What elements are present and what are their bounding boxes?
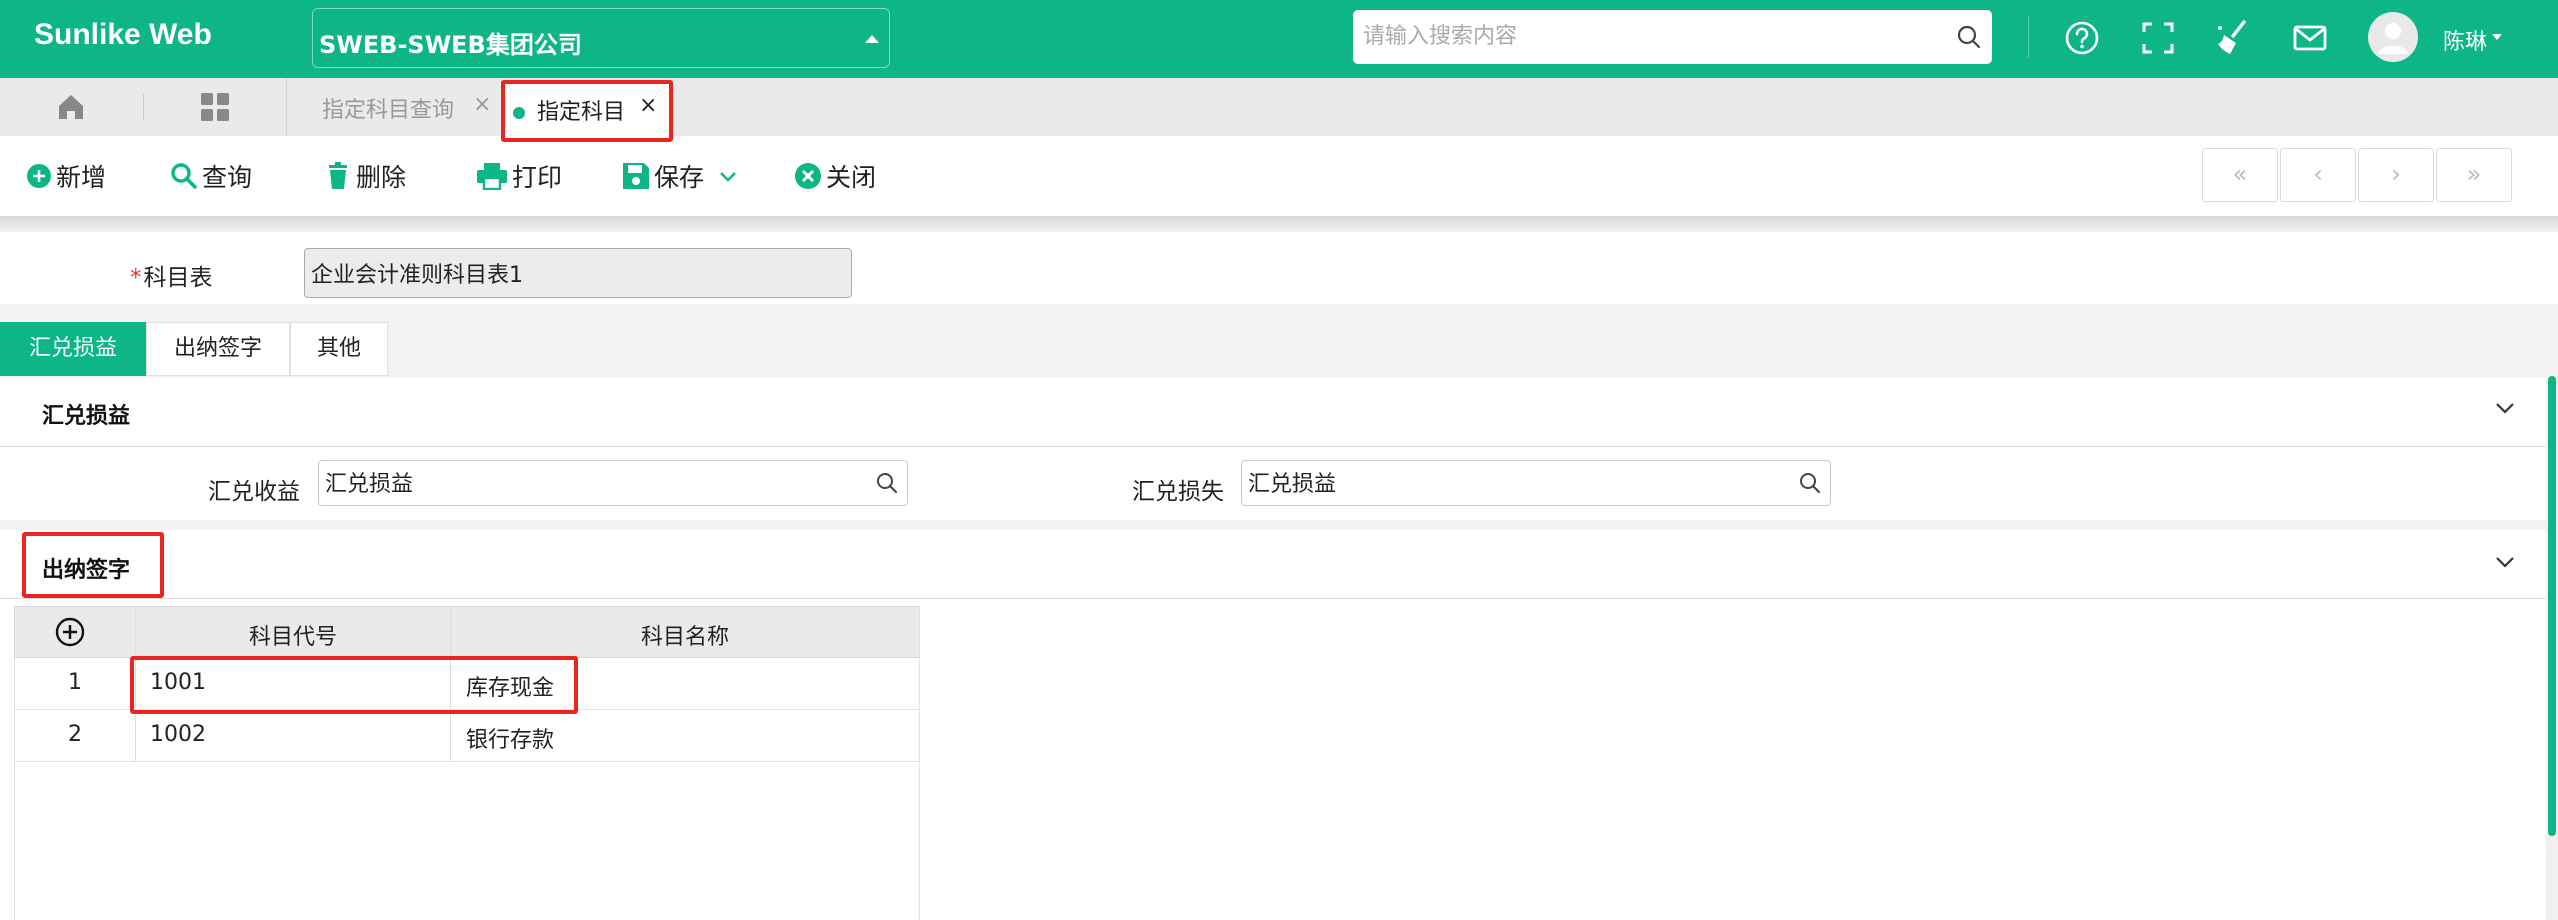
help-icon[interactable] [2062,18,2102,58]
apps-grid-icon[interactable] [200,92,230,122]
brand-logo: Sunlike Web [34,18,212,51]
floppy-save-icon [623,163,649,189]
company-name: SWEB-SWEB集团公司 [319,31,582,59]
column-header-name[interactable]: 科目名称 [641,619,729,651]
divider [0,446,2546,447]
last-page-button[interactable]: » [2436,148,2512,202]
delete-label: 删除 [356,163,407,192]
account-code-cell[interactable]: 1002 [150,722,206,747]
broom-clean-icon[interactable] [2214,18,2254,58]
section-tab-other[interactable]: 其他 [290,322,388,376]
tab-label: 指定科目 [537,100,626,125]
close-icon[interactable]: × [639,93,657,118]
printer-icon [477,163,507,190]
account-table-row: *科目表 [0,232,2558,304]
prev-page-button[interactable]: ‹ [2280,148,2356,202]
caret-down-icon[interactable] [2492,34,2502,40]
caret-up-icon [865,35,879,43]
save-button[interactable]: 保存 [622,158,742,194]
scrollbar-thumb[interactable] [2548,376,2556,836]
save-label: 保存 [654,163,705,192]
search-icon[interactable] [1956,24,1982,50]
tab-account-query[interactable]: 指定科目查询 [322,92,454,124]
divider [0,598,2546,599]
user-name[interactable]: 陈琳 [2443,24,2487,56]
exchange-loss-field[interactable] [1241,460,1831,506]
chevron-down-icon[interactable] [718,169,738,183]
exchange-panel: 汇兑损益 汇兑收益 汇兑损失 [0,378,2546,520]
tab-divider [286,78,287,136]
account-table-input[interactable] [304,248,852,298]
exchange-income-input[interactable] [319,461,849,503]
row-number: 2 [68,722,82,747]
next-page-button[interactable]: › [2358,148,2434,202]
chevron-down-icon[interactable] [2494,400,2516,416]
toolbar-shadow [0,216,2558,230]
account-name-cell[interactable]: 银行存款 [466,722,554,754]
search-icon [171,163,197,189]
cashier-panel-title: 出纳签字 [42,558,131,583]
search-input[interactable] [1353,10,1913,62]
mail-icon[interactable] [2290,18,2330,58]
trash-icon [329,162,347,189]
exchange-loss-label: 汇兑损失 [1132,479,1224,505]
tab-divider [143,94,144,120]
first-page-button[interactable]: « [2202,148,2278,202]
fullscreen-icon[interactable] [2138,18,2178,58]
active-dot-icon [513,107,525,119]
account-name-cell[interactable]: 库存现金 [466,670,554,702]
chevron-down-icon[interactable] [2494,554,2516,570]
top-header: Sunlike Web SWEB-SWEB集团公司 陈琳 [0,0,2558,78]
toolbar: 新增 查询 删除 打印 保存 关闭 [0,136,2558,216]
print-button[interactable]: 打印 [476,158,562,194]
user-icon [2378,23,2408,54]
delete-button[interactable]: 删除 [324,158,406,194]
close-icon[interactable]: × [473,92,491,117]
home-icon[interactable] [56,92,86,122]
avatar[interactable] [2368,12,2418,62]
section-tab-exchange[interactable]: 汇兑损益 [0,322,146,376]
account-code-cell[interactable]: 1001 [150,670,206,695]
close-label: 关闭 [826,163,877,192]
exchange-income-field[interactable] [318,460,908,506]
search-box[interactable] [1353,10,1992,64]
add-button[interactable]: 新增 [26,158,106,194]
required-asterisk: * [130,265,142,291]
table-row[interactable]: 1 1001 库存现金 [14,658,920,710]
grid-header: 科目代号 科目名称 [14,606,920,658]
add-label: 新增 [56,163,107,192]
tab-designated-account[interactable]: 指定科目 × [503,82,671,144]
close-circle-icon [795,163,821,189]
exchange-loss-input[interactable] [1242,461,1772,503]
row-number: 1 [68,670,82,695]
header-divider [2028,16,2029,58]
table-row[interactable]: 2 1002 银行存款 [14,710,920,762]
search-icon[interactable] [1798,471,1822,495]
search-icon[interactable] [875,471,899,495]
exchange-panel-title: 汇兑损益 [42,404,131,429]
column-header-code[interactable]: 科目代号 [249,619,337,651]
account-table-label: *科目表 [130,265,213,291]
plus-circle-icon [27,164,51,188]
query-label: 查询 [202,163,253,192]
tab-strip: 指定科目查询 × 指定科目 × [0,78,2558,144]
exchange-income-label: 汇兑收益 [208,479,300,505]
vertical-scrollbar[interactable] [2546,376,2558,920]
column-divider [919,606,920,658]
close-button[interactable]: 关闭 [794,158,876,194]
add-row-icon[interactable] [55,617,85,647]
company-selector[interactable]: SWEB-SWEB集团公司 [312,8,890,68]
print-label: 打印 [512,163,563,192]
query-button[interactable]: 查询 [170,158,252,194]
section-tab-cashier[interactable]: 出纳签字 [146,322,290,376]
